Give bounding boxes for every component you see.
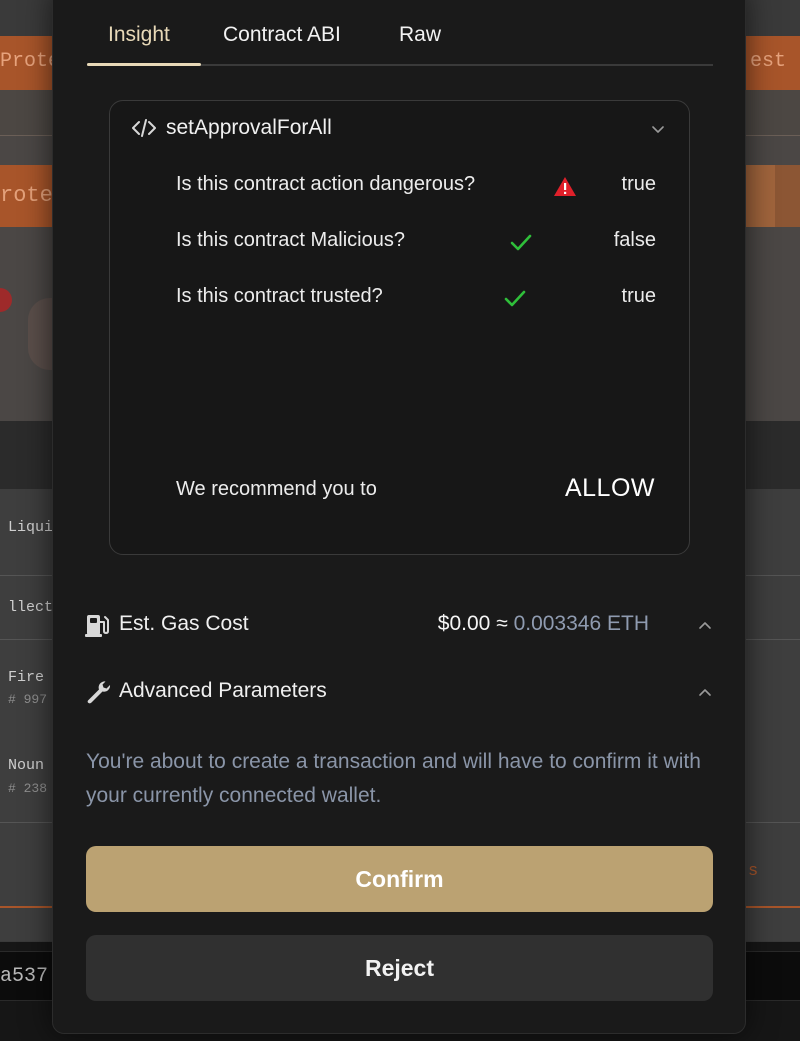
check-icon — [504, 290, 526, 307]
question-value: true — [621, 173, 656, 195]
recommendation-value: ALLOW — [564, 474, 655, 502]
tab-active-indicator — [87, 63, 201, 66]
question-row-trusted: Is this contract trusted? true — [176, 285, 656, 315]
advanced-parameters-row[interactable]: Advanced Parameters — [85, 676, 715, 710]
gas-cost-approx: ≈ — [496, 612, 508, 635]
tab-contract-abi[interactable]: Contract ABI — [223, 23, 341, 47]
gas-cost-usd: $0.00 — [437, 612, 491, 635]
background-right-text: s — [748, 862, 759, 881]
gas-cost-row[interactable]: Est. Gas Cost $0.00 ≈ 0.003346 ETH — [85, 609, 715, 643]
background-header-text-right: est — [750, 50, 787, 73]
recommendation-label: We recommend you to — [176, 478, 377, 500]
reject-button[interactable]: Reject — [86, 935, 713, 1001]
wrench-icon — [87, 681, 111, 704]
question-text: Is this contract trusted? — [176, 285, 383, 307]
question-text: Is this contract Malicious? — [176, 229, 405, 251]
gas-cost-label: Est. Gas Cost — [119, 612, 249, 635]
chevron-up-icon[interactable] — [697, 685, 713, 701]
code-icon — [132, 119, 156, 137]
background-list-item: Fire — [8, 669, 45, 686]
background-pill-right-inner — [775, 165, 800, 227]
background-list-item: Noun — [8, 757, 45, 774]
tab-bar: Insight Contract ABI Raw — [87, 1, 713, 66]
transaction-notice: You're about to create a transaction and… — [86, 750, 701, 807]
question-row-malicious: Is this contract Malicious? false — [176, 229, 656, 259]
background-list-subtext: # 997 — [8, 692, 48, 707]
advanced-parameters-label: Advanced Parameters — [119, 679, 327, 702]
chevron-down-icon[interactable] — [650, 121, 666, 137]
background-pill-left: rote — [0, 165, 60, 227]
tab-insight[interactable]: Insight — [108, 23, 170, 47]
gas-pump-icon — [85, 615, 109, 637]
function-name: setApprovalForAll — [166, 116, 332, 139]
background-list-item: Liqui — [8, 519, 54, 536]
confirm-button[interactable]: Confirm — [86, 846, 713, 912]
function-header[interactable]: setApprovalForAll — [132, 115, 672, 145]
background-address-text: a537 — [0, 965, 49, 988]
question-row-dangerous: Is this contract action dangerous? true — [176, 173, 656, 203]
chevron-up-icon[interactable] — [697, 618, 713, 634]
question-value: true — [621, 285, 656, 307]
gas-cost-eth: 0.003346 ETH — [513, 612, 649, 635]
check-icon — [510, 234, 532, 251]
background-list-subtext: # 238 — [8, 781, 48, 796]
transaction-modal: Insight Contract ABI Raw setApprovalForA… — [52, 0, 746, 1034]
question-text: Is this contract action dangerous? — [176, 173, 476, 195]
background-header-text-left: Prote — [0, 50, 61, 73]
gas-cost-value: $0.00 ≈ 0.003346 ETH — [438, 612, 649, 636]
background-pill-text: rote — [0, 183, 53, 208]
warning-icon — [554, 177, 576, 196]
tab-raw[interactable]: Raw — [399, 23, 441, 47]
question-value: false — [613, 229, 656, 251]
insight-card: setApprovalForAll Is this contract actio… — [109, 100, 690, 555]
